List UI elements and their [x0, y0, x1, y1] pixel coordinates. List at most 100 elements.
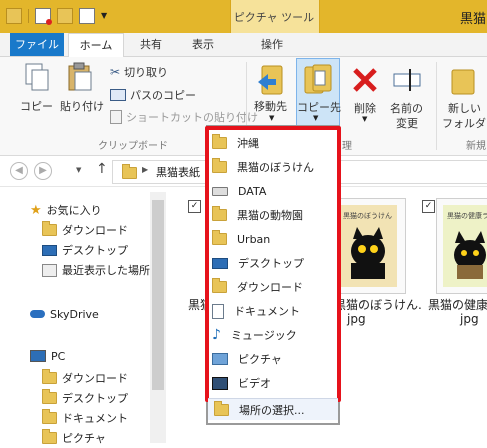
paste-shortcut-label: ショートカットの貼り付け: [126, 111, 258, 124]
breadcrumb-separator-icon: ▶: [142, 165, 149, 174]
nav-recent[interactable]: 最近表示した場所: [42, 260, 150, 280]
separator: [28, 9, 29, 23]
file-thumbnail[interactable]: 黒猫の健康ランド: [436, 198, 487, 294]
nav-pc-documents-label: ドキュメント: [62, 412, 128, 425]
nav-pc[interactable]: PC: [30, 346, 65, 366]
download-folder-icon: [42, 369, 57, 384]
copy-to-button[interactable]: コピー先 ▼: [296, 58, 341, 128]
move-to-button[interactable]: 移動先 ▼: [250, 60, 296, 130]
rename-icon: [393, 69, 421, 91]
chevron-down-icon: ▼: [362, 115, 368, 123]
menu-item-choose-location[interactable]: 場所の選択...: [208, 398, 338, 420]
tab-home[interactable]: ホーム: [68, 33, 124, 57]
view-options-icon[interactable]: [79, 8, 95, 24]
paste-button[interactable]: 貼り付け: [60, 62, 104, 114]
file-checkbox[interactable]: ✓: [188, 200, 201, 213]
file-name[interactable]: 黒猫のぼうけん.: [334, 296, 422, 313]
delete-x-icon: [353, 68, 377, 92]
organize-group-label: 理: [342, 141, 352, 152]
copy-label: コピー: [20, 100, 53, 113]
cover-title: 黒猫のぼうけん: [343, 212, 392, 220]
copy-path-button[interactable]: パスのコピー: [110, 87, 196, 103]
paste-icon: [68, 62, 92, 91]
copy-path-label: パスのコピー: [130, 89, 196, 102]
breadcrumb-current[interactable]: 黒猫表紙: [156, 164, 200, 180]
move-to-label: 移動先: [254, 100, 287, 113]
tab-share[interactable]: 共有: [128, 33, 174, 56]
rename-label-line1: 名前の: [390, 102, 423, 115]
copy-button[interactable]: コピー: [16, 62, 56, 114]
download-folder-icon: [42, 221, 57, 236]
picture-tools-label: ピクチャ ツール: [233, 11, 315, 24]
paste-shortcut-icon: [110, 110, 122, 124]
properties-icon[interactable]: [35, 8, 52, 25]
cloud-icon: [30, 310, 45, 318]
up-arrow-icon[interactable]: ↑: [96, 161, 108, 177]
nav-desktop-label: デスクトップ: [62, 244, 128, 257]
nav-downloads[interactable]: ダウンロード: [42, 220, 128, 240]
chevron-down-icon: ▼: [313, 114, 319, 122]
new-folder-icon[interactable]: [57, 8, 73, 24]
chevron-down-icon[interactable]: ▼: [101, 9, 109, 23]
rename-label-line2: 変更: [396, 117, 418, 130]
black-cat-illustration: [454, 231, 486, 279]
move-folder-icon: [258, 65, 283, 95]
nav-desktop[interactable]: デスクトップ: [42, 240, 128, 260]
book-cover: 黒猫のぼうけん: [339, 205, 397, 287]
paste-label: 貼り付け: [60, 100, 104, 113]
new-folder-icon: [451, 69, 475, 95]
cut-button[interactable]: ✂ 切り取り: [110, 64, 168, 80]
folder-icon: [122, 164, 137, 179]
cover-title: 黒猫の健康ランド: [447, 212, 487, 220]
nav-pc-pictures[interactable]: ピクチャ: [42, 428, 106, 448]
new-group-label: 新規: [466, 141, 486, 152]
black-cat-illustration: [351, 227, 385, 279]
desktop-icon: [42, 244, 57, 256]
tab-view[interactable]: 表示: [178, 33, 228, 56]
copy-folder-icon: [304, 64, 332, 94]
folder-icon[interactable]: [6, 8, 22, 24]
chevron-down-icon: ▼: [269, 114, 275, 122]
file-extension[interactable]: jpg: [347, 312, 366, 326]
tab-manage[interactable]: 操作: [246, 33, 298, 56]
back-arrow-icon[interactable]: ◀: [10, 162, 28, 180]
recent-places-icon: [42, 263, 57, 277]
nav-scrollbar-thumb[interactable]: [152, 200, 164, 390]
window-title: 黒猫: [460, 12, 487, 27]
nav-pc-desktop[interactable]: デスクトップ: [42, 388, 128, 408]
star-icon: ★: [30, 202, 42, 218]
quick-access-toolbar: ▼: [6, 6, 109, 26]
rename-button[interactable]: 名前の 変更: [388, 60, 428, 132]
nav-skydrive[interactable]: SkyDrive: [30, 304, 99, 324]
file-checkbox[interactable]: ✓: [422, 200, 435, 213]
clipboard-group-label: クリップボード: [98, 141, 168, 152]
folder-icon: [214, 400, 229, 416]
scissors-icon: ✂: [110, 65, 121, 79]
copy-path-icon: [110, 89, 126, 101]
tab-file[interactable]: ファイル: [10, 33, 64, 56]
book-cover: 黒猫の健康ランド: [443, 205, 487, 287]
nav-pc-downloads-label: ダウンロード: [62, 372, 128, 385]
desktop-folder-icon: [42, 389, 57, 404]
new-folder-button[interactable]: 新しい フォルダー: [442, 60, 487, 132]
nav-recent-label: 最近表示した場所: [62, 264, 150, 277]
nav-favorites-label: お気に入り: [46, 204, 102, 217]
nav-pc-downloads[interactable]: ダウンロード: [42, 368, 128, 388]
nav-pc-pictures-label: ピクチャ: [62, 432, 106, 445]
pictures-folder-icon: [42, 429, 57, 444]
delete-button[interactable]: 削除 ▼: [348, 60, 384, 130]
paste-shortcut-button[interactable]: ショートカットの貼り付け: [110, 109, 258, 125]
copy-icon: [25, 63, 49, 91]
new-folder-label-line1: 新しい: [448, 102, 481, 115]
file-extension[interactable]: jpg: [460, 312, 479, 326]
file-thumbnail[interactable]: 黒猫のぼうけん: [332, 198, 406, 294]
nav-skydrive-label: SkyDrive: [50, 307, 99, 321]
copy-to-label: コピー先: [297, 101, 341, 114]
nav-pc-documents[interactable]: ドキュメント: [42, 408, 128, 428]
delete-label: 削除: [354, 102, 376, 115]
forward-arrow-icon[interactable]: ▶: [34, 162, 52, 180]
file-name[interactable]: 黒猫の健康ラ: [428, 296, 487, 313]
chevron-down-icon[interactable]: ▼: [76, 166, 81, 174]
nav-favorites[interactable]: ★ お気に入り: [30, 200, 102, 220]
computer-icon: [30, 350, 46, 362]
